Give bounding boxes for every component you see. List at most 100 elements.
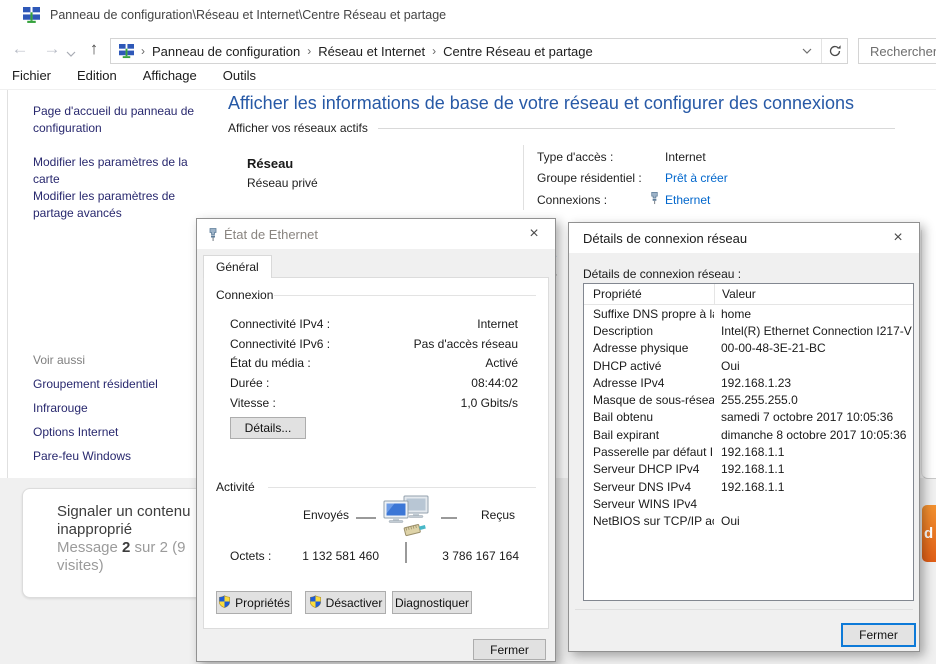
value-cell: dimanche 8 octobre 2017 10:05:36 xyxy=(714,428,913,442)
breadcrumb: › Panneau de configuration › Réseau et I… xyxy=(134,44,593,59)
close-icon[interactable]: × xyxy=(877,223,919,253)
table-row[interactable]: Serveur DNS IPv4 192.168.1.1 xyxy=(584,478,913,495)
breadcrumb-item[interactable]: Réseau et Internet xyxy=(318,44,425,59)
section-rule xyxy=(378,128,895,129)
diagnose-button[interactable]: Diagnostiquer xyxy=(392,591,472,614)
table-row[interactable]: Bail obtenu samedi 7 octobre 2017 10:05:… xyxy=(584,409,913,426)
ethernet-connection-link[interactable]: Ethernet xyxy=(665,193,710,207)
details-button[interactable]: Détails... xyxy=(230,417,306,439)
forward-icon[interactable]: → xyxy=(40,38,64,60)
sidebar-link[interactable]: Groupement résidentiel xyxy=(33,376,199,393)
row-value: Internet xyxy=(477,317,518,331)
table-row[interactable]: Serveur DHCP IPv4 192.168.1.1 xyxy=(584,461,913,478)
title-bar: Panneau de configuration\Réseau et Inter… xyxy=(0,0,936,30)
dash-line xyxy=(356,517,376,519)
table-row[interactable]: Suffixe DNS propre à la ... home xyxy=(584,305,913,322)
menu-item[interactable]: Fichier xyxy=(12,68,51,90)
breadcrumb-item[interactable]: Centre Réseau et partage xyxy=(443,44,593,59)
table-row[interactable]: Adresse physique 00-00-48-3E-21-BC xyxy=(584,340,913,357)
column-property[interactable]: Propriété xyxy=(584,284,714,304)
row-label: Durée : xyxy=(230,376,269,390)
ethernet-icon xyxy=(206,227,220,242)
connection-row: État du média : Activé xyxy=(230,354,518,374)
property-cell: Serveur DNS IPv4 xyxy=(584,480,714,494)
tab-general[interactable]: Général xyxy=(203,255,272,278)
orange-button-fragment[interactable]: d xyxy=(922,505,936,562)
row-value: 08:44:02 xyxy=(471,376,518,390)
row-label: Connectivité IPv4 : xyxy=(230,317,330,331)
homegroup-label: Groupe résidentiel : xyxy=(537,171,642,185)
bytes-sent-value: 1 132 581 460 xyxy=(282,549,379,563)
up-icon[interactable]: ↑ xyxy=(82,38,106,60)
bytes-label: Octets : xyxy=(230,549,271,563)
group-rule xyxy=(268,487,536,488)
table-row[interactable]: Adresse IPv4 192.168.1.23 xyxy=(584,374,913,391)
refresh-icon[interactable] xyxy=(821,39,847,63)
details-table: Propriété Valeur Suffixe DNS propre à la… xyxy=(583,283,914,601)
search-input[interactable] xyxy=(858,38,936,64)
shield-icon xyxy=(218,595,231,611)
sidebar-link[interactable]: Infrarouge xyxy=(33,400,199,417)
network-details-dialog: Détails de connexion réseau × Détails de… xyxy=(568,222,920,652)
sidebar-item-adapter-settings[interactable]: Modifier les paramètres de la carte xyxy=(33,154,199,188)
property-cell: NetBIOS sur TCP/IP act... xyxy=(584,514,714,528)
row-value: 1,0 Gbits/s xyxy=(461,396,518,410)
details-list-label: Détails de connexion réseau : xyxy=(583,267,741,281)
address-bar[interactable]: › Panneau de configuration › Réseau et I… xyxy=(110,38,848,64)
table-row[interactable]: NetBIOS sur TCP/IP act... Oui xyxy=(584,513,913,530)
property-cell: Bail obtenu xyxy=(584,410,714,424)
menu-item[interactable]: Outils xyxy=(223,68,256,90)
property-cell: Adresse physique xyxy=(584,341,714,355)
row-value: Activé xyxy=(485,356,518,370)
value-cell: 192.168.1.1 xyxy=(714,462,913,476)
background-box-corner xyxy=(921,230,936,479)
back-icon[interactable]: ← xyxy=(8,38,32,60)
sidebar-link[interactable]: Pare-feu Windows xyxy=(33,448,199,465)
homegroup-link[interactable]: Prêt à créer xyxy=(665,171,728,185)
breadcrumb-item[interactable]: Panneau de configuration xyxy=(152,44,300,59)
value-cell: 00-00-48-3E-21-BC xyxy=(714,341,913,355)
address-dropdown-icon[interactable] xyxy=(793,48,821,54)
dialog-title-bar: Détails de connexion réseau × xyxy=(569,223,919,253)
connection-row: Connectivité IPv6 : Pas d'accès réseau xyxy=(230,334,518,354)
disable-button[interactable]: Désactiver xyxy=(305,591,386,614)
active-networks-label: Afficher vos réseaux actifs xyxy=(228,121,368,135)
properties-button[interactable]: Propriétés xyxy=(216,591,292,614)
network-icon xyxy=(23,7,40,27)
report-content-link[interactable]: Signaler un contenu inapproprié xyxy=(57,503,205,539)
table-row[interactable]: Description Intel(R) Ethernet Connection… xyxy=(584,322,913,339)
connection-row: Connectivité IPv4 : Internet xyxy=(230,314,518,334)
sidebar-see-also-links: Groupement résidentiel Infrarouge Options … xyxy=(33,376,199,472)
table-row[interactable]: Serveur WINS IPv4 xyxy=(584,495,913,512)
table-row[interactable]: DHCP activé Oui xyxy=(584,357,913,374)
table-rows: Suffixe DNS propre à la ... home Descrip… xyxy=(584,305,913,530)
value-cell: Oui xyxy=(714,514,913,528)
table-header: Propriété Valeur xyxy=(584,284,913,305)
computers-icon xyxy=(380,494,434,547)
sidebar-link[interactable]: Options Internet xyxy=(33,424,199,441)
breadcrumb-separator-icon: › xyxy=(300,44,318,58)
menu-item[interactable]: Edition xyxy=(77,68,117,90)
see-also-label: Voir aussi xyxy=(33,353,85,367)
sidebar-item-sharing-settings[interactable]: Modifier les paramètres de partage avanc… xyxy=(33,188,199,222)
sidebar-item-home[interactable]: Page d'accueil du panneau de configurati… xyxy=(33,103,199,137)
connection-row: Vitesse : 1,0 Gbits/s xyxy=(230,393,518,413)
column-value[interactable]: Valeur xyxy=(714,284,913,304)
close-icon[interactable]: × xyxy=(513,219,555,249)
menu-item[interactable]: Affichage xyxy=(143,68,197,90)
table-row[interactable]: Passerelle par défaut IPv4 192.168.1.1 xyxy=(584,443,913,460)
close-button[interactable]: Fermer xyxy=(841,623,916,647)
access-type-label: Type d'accès : xyxy=(537,150,613,164)
table-row[interactable]: Bail expirant dimanche 8 octobre 2017 10… xyxy=(584,426,913,443)
property-cell: Suffixe DNS propre à la ... xyxy=(584,307,714,321)
table-row[interactable]: Masque de sous-réseau ... 255.255.255.0 xyxy=(584,391,913,408)
value-cell: 192.168.1.1 xyxy=(714,445,913,459)
dialog-title: Détails de connexion réseau xyxy=(583,231,747,246)
value-cell: Oui xyxy=(714,359,913,373)
dialog-title-bar: État de Ethernet × xyxy=(197,219,555,249)
close-button[interactable]: Fermer xyxy=(473,639,546,660)
property-cell: Description xyxy=(584,324,714,338)
row-label: Vitesse : xyxy=(230,396,276,410)
chevron-down-icon[interactable] xyxy=(66,46,76,60)
row-label: État du média : xyxy=(230,356,311,370)
